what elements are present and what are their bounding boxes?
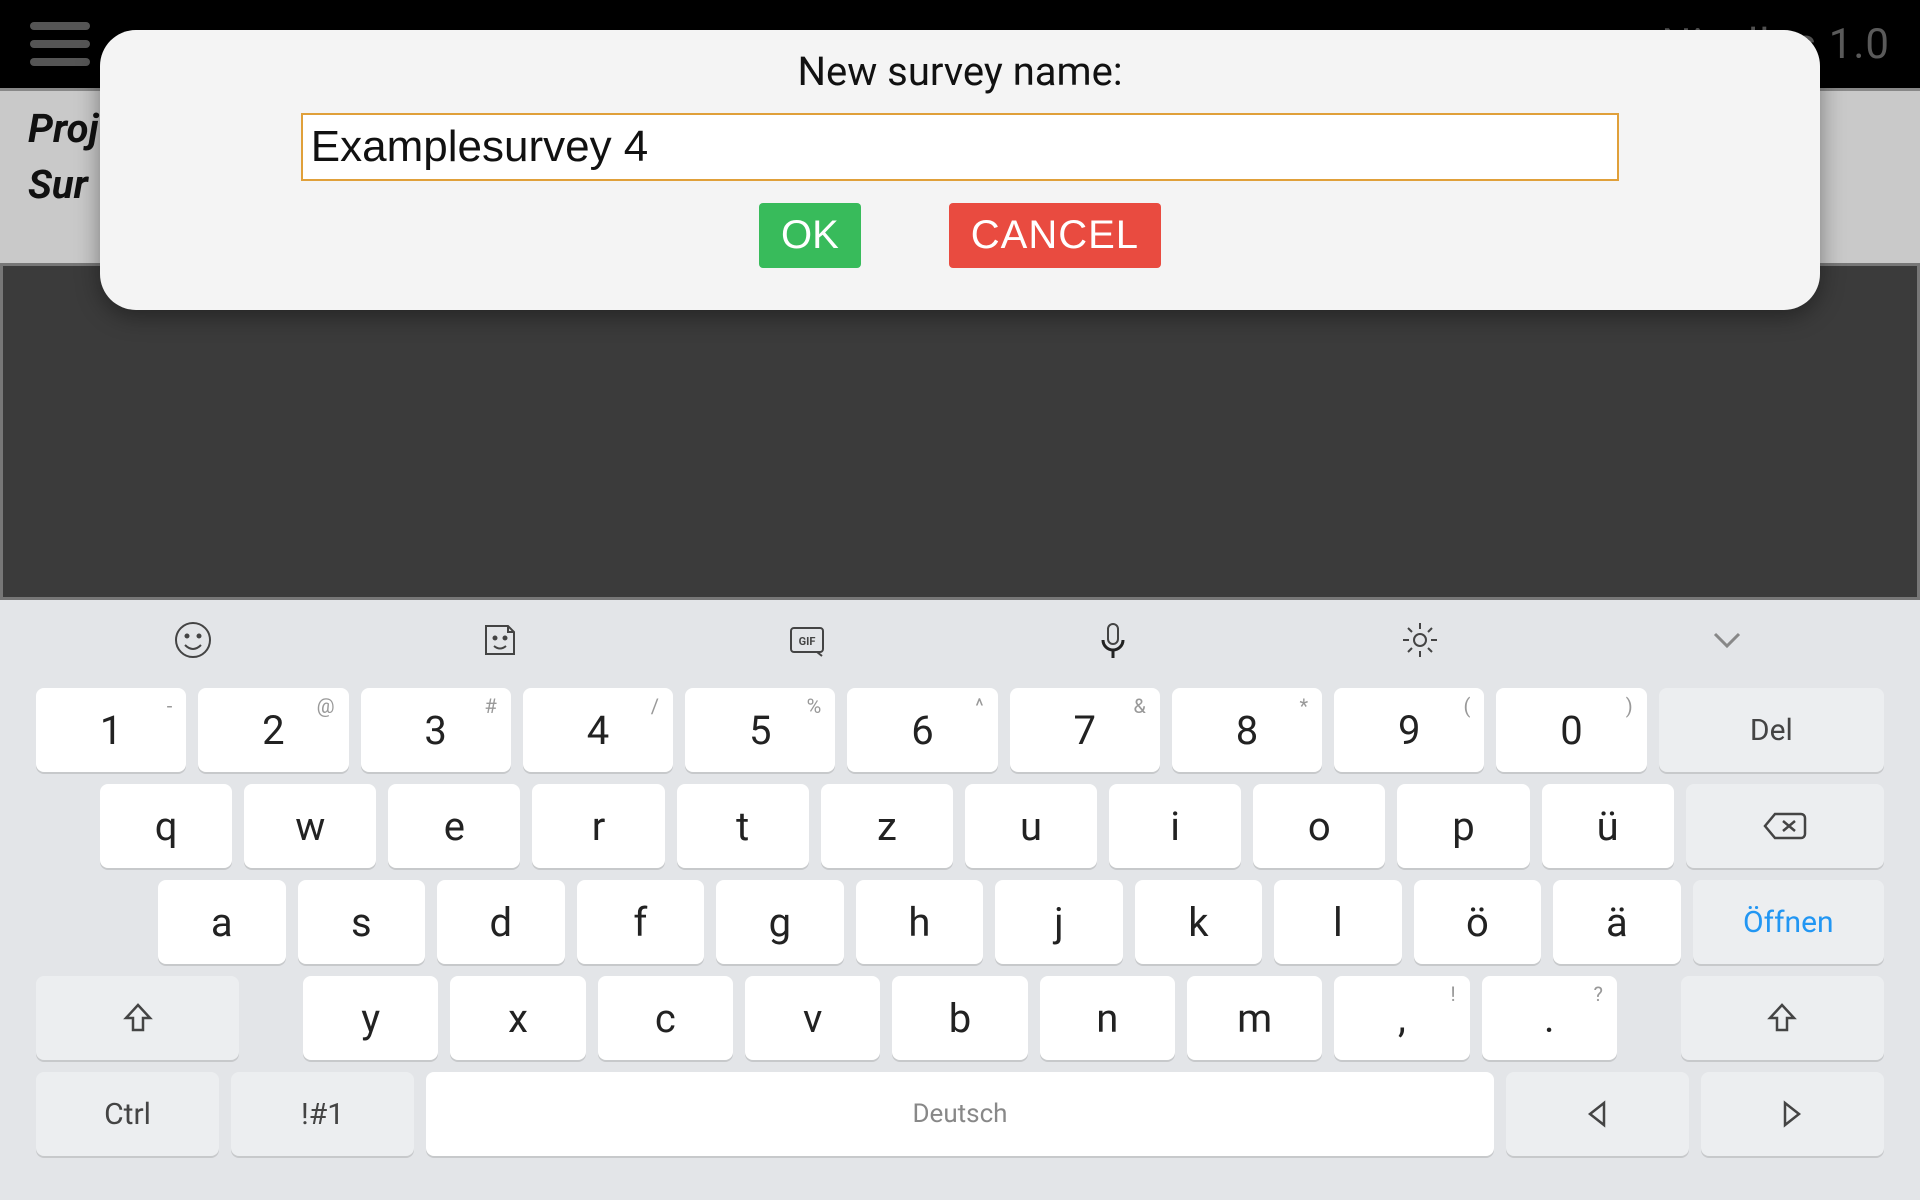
key-m[interactable]: m <box>1187 976 1322 1060</box>
keyboard-row-numbers: 1- 2@ 3# 4/ 5% 6^ 7& 8* 9( 0) Del <box>36 688 1884 772</box>
collapse-keyboard-icon[interactable] <box>1705 618 1749 662</box>
key-x[interactable]: x <box>450 976 585 1060</box>
key-enter[interactable]: Öffnen <box>1693 880 1884 964</box>
triangle-left-icon <box>1584 1099 1610 1129</box>
backspace-icon <box>1761 810 1809 842</box>
key-6[interactable]: 6^ <box>847 688 997 772</box>
key-2[interactable]: 2@ <box>198 688 348 772</box>
settings-icon[interactable] <box>1398 618 1442 662</box>
key-d[interactable]: d <box>437 880 565 964</box>
cancel-button[interactable]: CANCEL <box>949 203 1161 268</box>
emoji-icon[interactable] <box>171 618 215 662</box>
key-8[interactable]: 8* <box>1172 688 1322 772</box>
key-oe[interactable]: ö <box>1414 880 1542 964</box>
key-i[interactable]: i <box>1109 784 1241 868</box>
shift-icon <box>121 1001 155 1035</box>
survey-name-input[interactable] <box>301 113 1619 181</box>
triangle-right-icon <box>1779 1099 1805 1129</box>
key-4[interactable]: 4/ <box>523 688 673 772</box>
svg-text:GIF: GIF <box>798 635 815 648</box>
key-p[interactable]: p <box>1397 784 1529 868</box>
on-screen-keyboard: GIF 1- 2@ 3# 4/ 5% 6^ 7& 8* 9( 0) Del q … <box>0 600 1920 1200</box>
key-cursor-left[interactable] <box>1506 1072 1689 1156</box>
key-a[interactable]: a <box>158 880 286 964</box>
new-survey-dialog: New survey name: OK CANCEL <box>100 30 1820 310</box>
key-n[interactable]: n <box>1040 976 1175 1060</box>
key-q[interactable]: q <box>100 784 232 868</box>
key-j[interactable]: j <box>995 880 1123 964</box>
key-t[interactable]: t <box>677 784 809 868</box>
key-cursor-right[interactable] <box>1701 1072 1884 1156</box>
key-ctrl[interactable]: Ctrl <box>36 1072 219 1156</box>
key-b[interactable]: b <box>892 976 1027 1060</box>
keyboard-row-y: y x c v b n m ,! .? <box>36 976 1884 1060</box>
shift-icon <box>1765 1001 1799 1035</box>
key-9[interactable]: 9( <box>1334 688 1484 772</box>
key-r[interactable]: r <box>532 784 664 868</box>
ok-button[interactable]: OK <box>759 203 861 268</box>
key-k[interactable]: k <box>1135 880 1263 964</box>
key-5[interactable]: 5% <box>685 688 835 772</box>
key-y[interactable]: y <box>303 976 438 1060</box>
key-symbols[interactable]: !#1 <box>231 1072 414 1156</box>
key-z[interactable]: z <box>821 784 953 868</box>
key-7[interactable]: 7& <box>1010 688 1160 772</box>
key-0[interactable]: 0) <box>1496 688 1646 772</box>
dialog-title: New survey name: <box>136 48 1784 95</box>
key-period[interactable]: .? <box>1482 976 1617 1060</box>
key-g[interactable]: g <box>716 880 844 964</box>
key-backspace[interactable] <box>1686 784 1884 868</box>
sticker-icon[interactable] <box>478 618 522 662</box>
key-shift-left[interactable] <box>36 976 239 1060</box>
key-h[interactable]: h <box>856 880 984 964</box>
gif-icon[interactable]: GIF <box>785 618 829 662</box>
key-e[interactable]: e <box>388 784 520 868</box>
key-v[interactable]: v <box>745 976 880 1060</box>
key-o[interactable]: o <box>1253 784 1385 868</box>
key-space[interactable]: Deutsch <box>426 1072 1494 1156</box>
key-1[interactable]: 1- <box>36 688 186 772</box>
key-ae[interactable]: ä <box>1553 880 1681 964</box>
mic-icon[interactable] <box>1091 618 1135 662</box>
key-ue[interactable]: ü <box>1542 784 1674 868</box>
key-f[interactable]: f <box>577 880 705 964</box>
key-comma[interactable]: ,! <box>1334 976 1469 1060</box>
key-shift-right[interactable] <box>1681 976 1884 1060</box>
key-l[interactable]: l <box>1274 880 1402 964</box>
keyboard-toolbar: GIF <box>0 600 1920 680</box>
background-content-area <box>0 263 1920 600</box>
keyboard-row-a: a s d f g h j k l ö ä Öffnen <box>36 880 1884 964</box>
key-w[interactable]: w <box>244 784 376 868</box>
key-c[interactable]: c <box>598 976 733 1060</box>
keyboard-row-q: q w e r t z u i o p ü <box>36 784 1884 868</box>
key-s[interactable]: s <box>298 880 426 964</box>
key-3[interactable]: 3# <box>361 688 511 772</box>
menu-icon[interactable] <box>30 22 90 66</box>
key-del[interactable]: Del <box>1659 688 1884 772</box>
keyboard-row-bottom: Ctrl !#1 Deutsch <box>36 1072 1884 1156</box>
key-u[interactable]: u <box>965 784 1097 868</box>
